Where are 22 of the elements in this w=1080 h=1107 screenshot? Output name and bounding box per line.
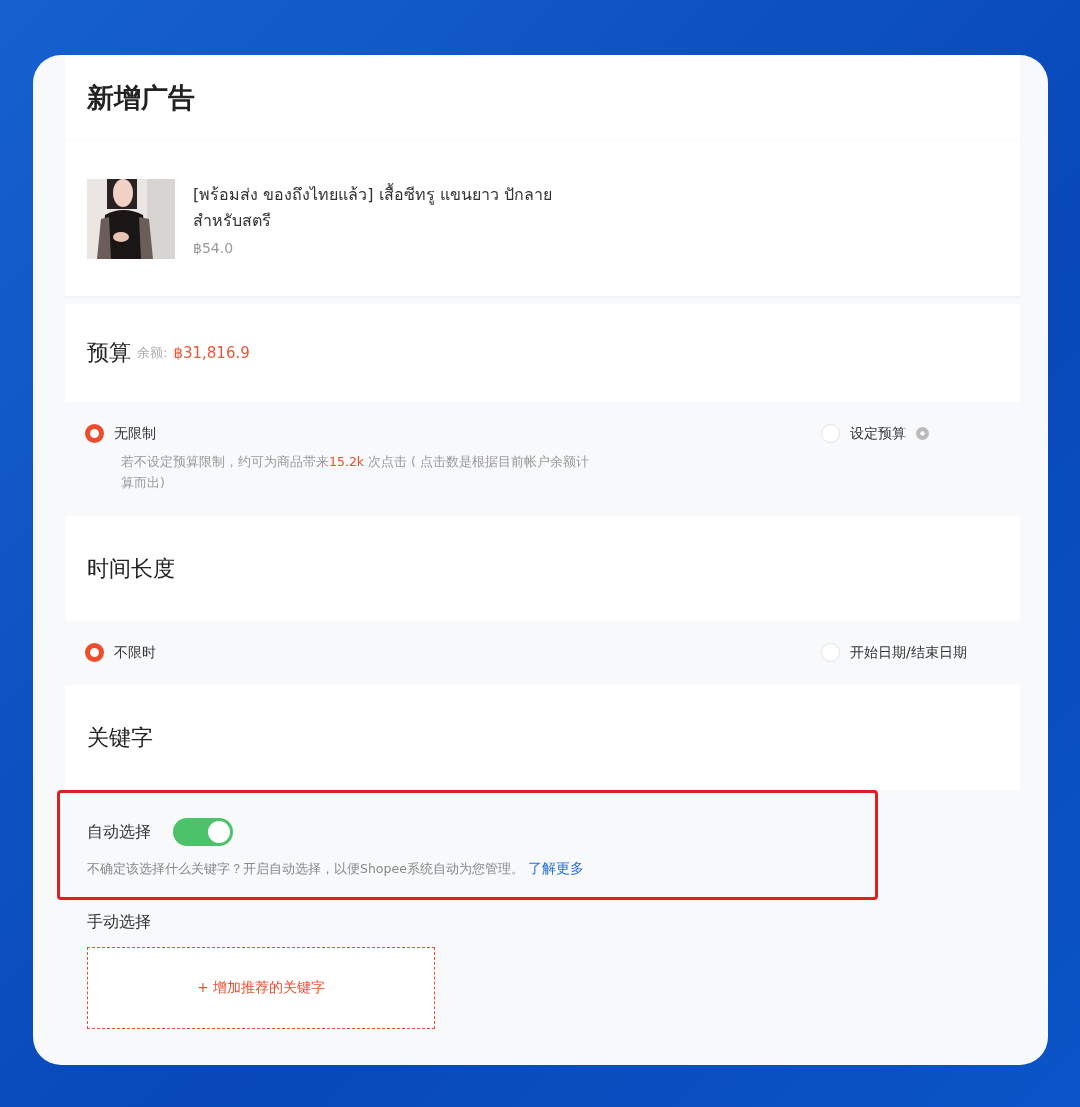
toggle-switch[interactable] [173, 818, 233, 846]
auto-select-description: 不确定该选择什么关键字？开启自动选择，以便Shopee系统自动为您管理。 [87, 861, 524, 876]
option-label[interactable]: 开始日期/结束日期 [850, 643, 967, 662]
product-price: ฿54.0 [193, 239, 235, 256]
radio-button[interactable] [85, 424, 104, 443]
radio-button[interactable] [85, 643, 104, 662]
balance-amount: ฿31,816.9 [173, 344, 250, 362]
section-title: 关键字 [87, 723, 153, 752]
auto-select-label: 自动选择 [87, 821, 151, 843]
section-title: 时间长度 [87, 554, 175, 583]
manual-select-label: 手动选择 [87, 912, 151, 933]
option-label[interactable]: 不限时 [114, 643, 156, 662]
option-label[interactable]: 无限制 [114, 424, 156, 443]
page-title: 新增广告 [87, 80, 195, 115]
option-label[interactable]: 设定预算 [850, 424, 906, 443]
section-title: 预算 [87, 339, 131, 367]
balance-label: 余额: [137, 344, 168, 362]
add-keyword-button[interactable]: + 增加推荐的关键字 [87, 947, 435, 1029]
product-name: [พร้อมส่ง ของถึงไทยแล้ว] เสื้อซีทรู แขนยาว ปักลาย สำหรับสตรี [193, 182, 553, 232]
help-icon[interactable] [916, 427, 929, 440]
learn-more-link[interactable]: 了解更多 [527, 860, 584, 876]
option-hint: 若不设定预算限制，约可为商品带来15.2k 次点击 ( 点击数是根据目前帐户余额计算而出) [121, 453, 590, 492]
